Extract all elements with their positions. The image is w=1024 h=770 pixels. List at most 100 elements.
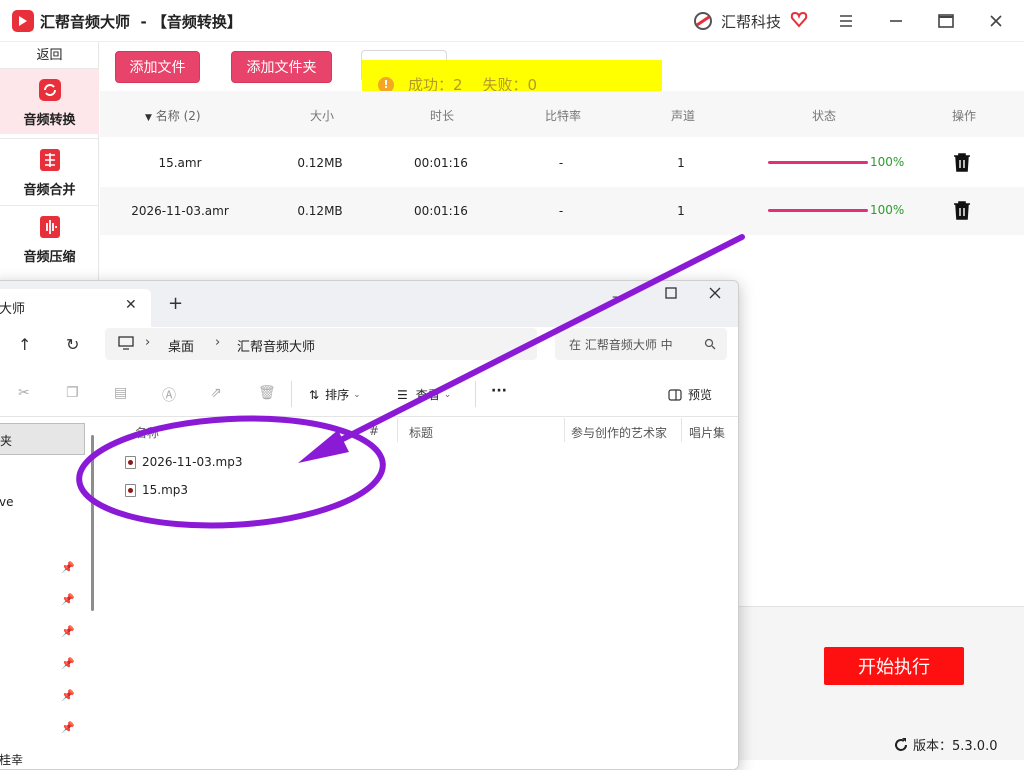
- new-tab-icon[interactable]: +: [168, 293, 183, 314]
- rename-icon[interactable]: Ⓐ: [162, 385, 176, 405]
- refresh-icon: [895, 737, 907, 751]
- pin-icon: 📌: [61, 657, 75, 670]
- audio-file-icon: [125, 483, 136, 497]
- sort-icon: ⇅: [309, 387, 320, 402]
- explorer-minimize-button[interactable]: —: [612, 289, 626, 305]
- cut-icon[interactable]: ✂: [18, 385, 30, 401]
- add-file-button[interactable]: 添加文件: [115, 51, 200, 83]
- share-icon[interactable]: ⇗: [210, 385, 222, 401]
- audio-file-icon: [125, 455, 136, 469]
- company-logo-icon: [691, 9, 715, 33]
- paste-icon[interactable]: ▤: [114, 385, 127, 401]
- version-label: 版本：5.3.0.0: [913, 739, 998, 754]
- add-folder-button[interactable]: 添加文件夹: [231, 51, 332, 83]
- column-header-duration: 时长: [430, 109, 455, 123]
- pin-icon: 📌: [61, 689, 75, 702]
- explorer-toolbar: [0, 375, 738, 417]
- version-info[interactable]: 版本：5.3.0.0: [893, 735, 997, 754]
- search-icon: [704, 338, 716, 350]
- column-header-title[interactable]: 标题: [409, 424, 433, 441]
- file-channels: 1: [677, 156, 685, 170]
- explorer-tab-title: 大师: [0, 302, 26, 317]
- toolbar-divider: [475, 381, 476, 407]
- column-header-actions: 操作: [952, 109, 977, 123]
- file-size: 0.12MB: [297, 156, 343, 170]
- file-size: 0.12MB: [297, 204, 343, 218]
- back-button[interactable]: 返回: [0, 44, 99, 68]
- delete-icon[interactable]: 🗑: [258, 385, 276, 401]
- refresh-icon[interactable]: ↻: [66, 335, 79, 354]
- pin-icon: 📌: [61, 593, 75, 606]
- toolbar-divider: [291, 381, 292, 407]
- copy-icon[interactable]: ❐: [66, 385, 79, 401]
- menu-icon[interactable]: [831, 6, 861, 36]
- sidebar-item-label: 音频转换: [23, 113, 76, 128]
- sidebar-item-label: 音频合并: [23, 183, 76, 198]
- progress-label: 100%: [870, 155, 905, 169]
- file-channels: 1: [677, 204, 685, 218]
- nav-item-selected[interactable]: 夹: [0, 423, 85, 455]
- sort-button[interactable]: ⇅ 排序 ⌄: [309, 386, 361, 403]
- file-bitrate: -: [558, 156, 564, 170]
- preview-pane-icon: [668, 388, 682, 401]
- sidebar-item-audio-compress[interactable]: 音频压缩: [0, 205, 99, 271]
- minimize-button[interactable]: [881, 6, 911, 36]
- chevron-down-icon: ⌄: [353, 389, 361, 400]
- chevron-down-icon: ⌄: [443, 389, 452, 400]
- column-header-number[interactable]: #: [369, 424, 379, 438]
- chevron-right-icon: ›: [215, 335, 221, 350]
- maximize-button[interactable]: [931, 6, 961, 36]
- file-item[interactable]: 2026-11-03.mp3: [125, 455, 243, 469]
- preview-pane-button[interactable]: 预览: [668, 386, 712, 403]
- explorer-tab[interactable]: 大师 ✕: [0, 289, 151, 327]
- audio-convert-icon: [38, 79, 61, 101]
- progress-bar: [768, 161, 868, 164]
- start-button[interactable]: 开始执行: [824, 647, 964, 685]
- company-name: 汇帮科技: [721, 13, 782, 31]
- search-placeholder: 在 汇帮音频大师 中: [569, 338, 673, 352]
- pin-icon: 📌: [61, 561, 75, 574]
- nav-scrollbar[interactable]: [91, 435, 94, 611]
- vip-heart-icon[interactable]: [790, 10, 808, 28]
- view-button[interactable]: ☰ 查看 ⌄: [397, 386, 451, 403]
- column-header-artists[interactable]: 参与创作的艺术家: [571, 424, 667, 441]
- app-title: 汇帮音频大师 - 【音频转换】: [40, 13, 242, 31]
- column-divider: [681, 418, 682, 442]
- nav-item[interactable]: ve: [0, 495, 13, 509]
- explorer-close-button[interactable]: [709, 287, 721, 303]
- close-button[interactable]: [981, 6, 1011, 36]
- file-duration: 00:01:16: [414, 204, 468, 218]
- address-bar[interactable]: › 桌面 › 汇帮音频大师: [105, 328, 537, 360]
- explorer-maximize-button[interactable]: [665, 287, 677, 303]
- column-header-status: 状态: [812, 109, 837, 123]
- sort-desc-icon: ▼: [145, 113, 152, 123]
- column-divider: [564, 418, 565, 442]
- column-header-name[interactable]: 名称: [135, 424, 159, 441]
- file-explorer-window[interactable]: 大师 ✕ + — ↑ ↻ › 桌面 › 汇帮音频大师 在 汇帮音频大师 中 ✂ …: [0, 280, 739, 770]
- up-arrow-icon[interactable]: ↑: [18, 335, 31, 354]
- delete-icon[interactable]: [953, 152, 971, 176]
- sidebar-item-audio-convert[interactable]: 音频转换: [0, 68, 99, 134]
- app-logo-icon: [12, 10, 34, 32]
- file-duration: 00:01:16: [414, 156, 468, 170]
- progress-label: 100%: [870, 203, 905, 217]
- delete-icon[interactable]: [953, 200, 971, 224]
- more-options-icon[interactable]: ···: [491, 383, 507, 399]
- audio-merge-icon: [39, 149, 60, 171]
- computer-icon: [118, 336, 134, 350]
- breadcrumb-folder[interactable]: 汇帮音频大师: [237, 336, 315, 355]
- sidebar-item-label: 音频压缩: [23, 250, 76, 265]
- file-item[interactable]: 15.mp3: [125, 483, 188, 497]
- sidebar-item-audio-merge[interactable]: 音频合并: [0, 138, 99, 204]
- column-header-size: 大小: [310, 109, 335, 123]
- column-header-channels: 声道: [671, 109, 696, 123]
- column-header-name[interactable]: ▼ 名称 (2): [145, 107, 201, 124]
- tab-close-icon[interactable]: ✕: [125, 297, 137, 313]
- column-divider: [397, 418, 398, 442]
- column-header-album[interactable]: 唱片集: [689, 424, 725, 441]
- breadcrumb-desktop[interactable]: 桌面: [168, 336, 194, 355]
- explorer-search-input[interactable]: 在 汇帮音频大师 中: [555, 328, 727, 360]
- audio-compress-icon: [39, 216, 60, 238]
- file-name: 15.amr: [158, 156, 202, 170]
- explorer-file-list: [97, 417, 738, 769]
